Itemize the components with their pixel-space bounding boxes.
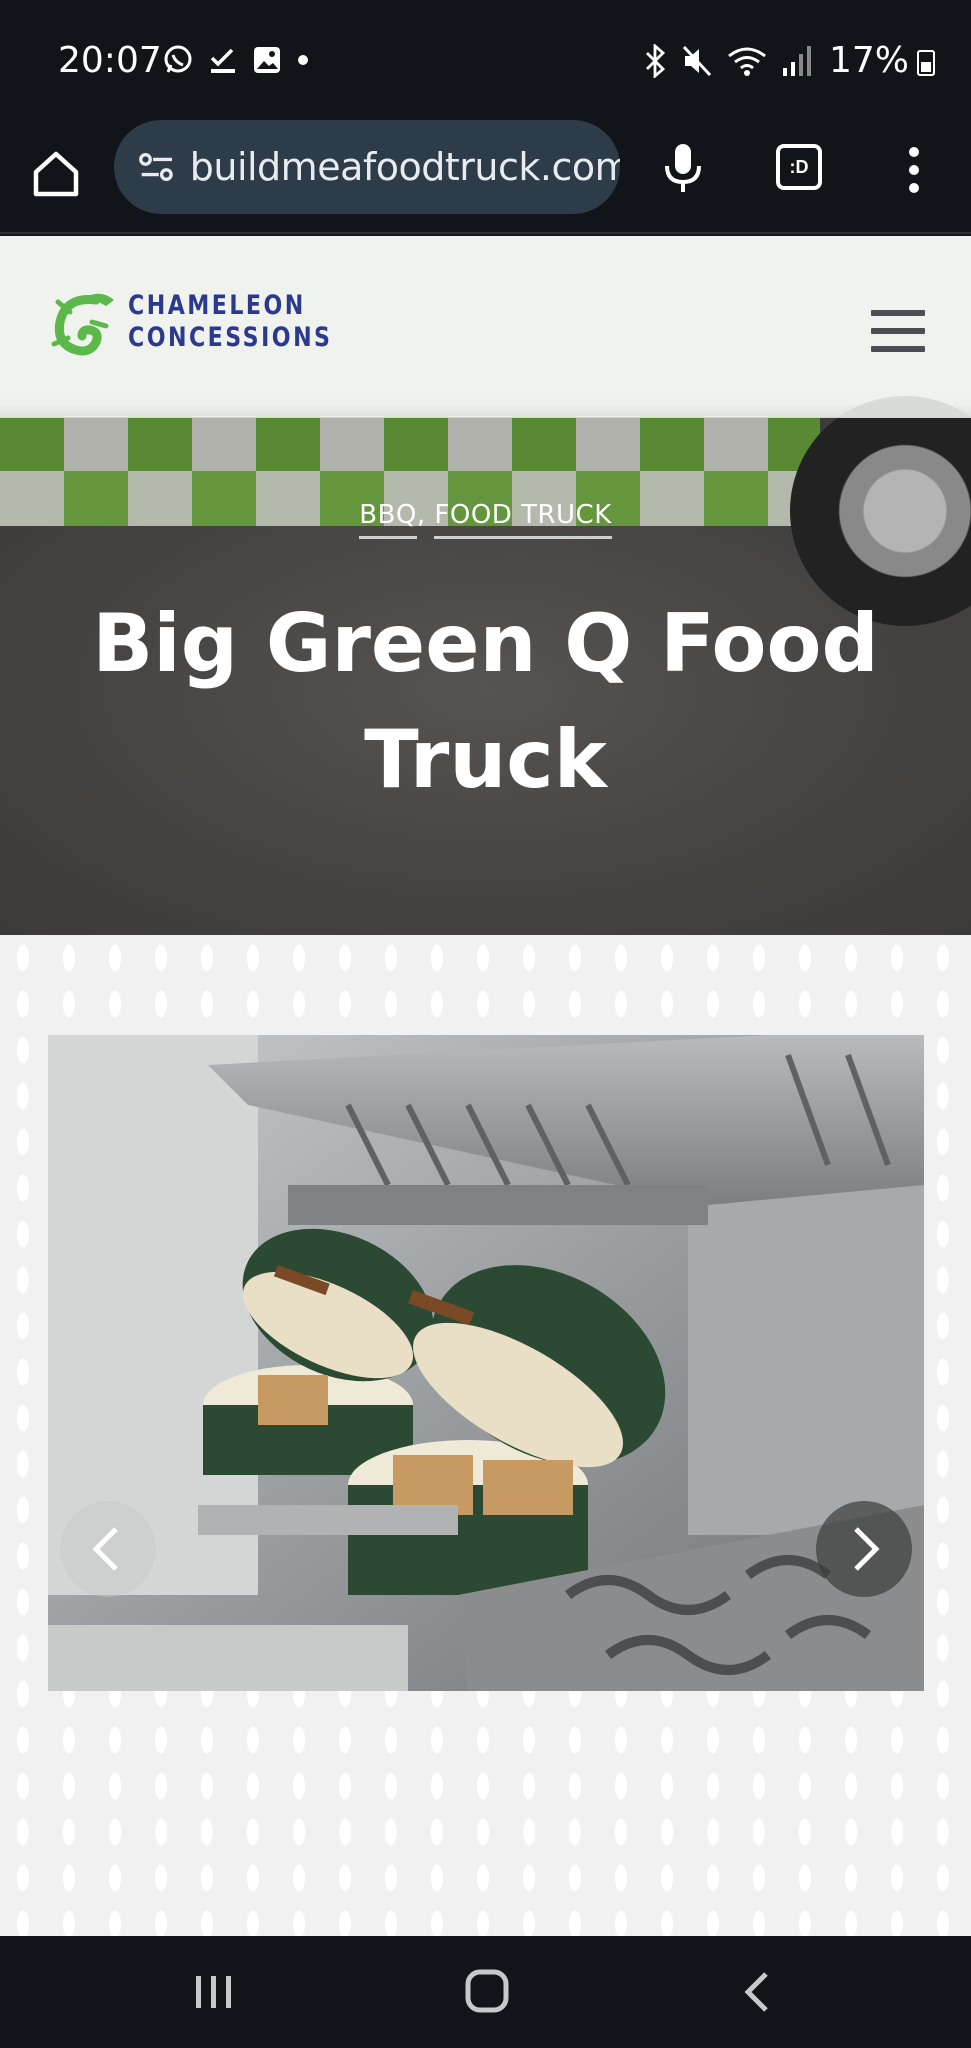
battery-icon xyxy=(917,50,935,76)
browser-toolbar: buildmeafoodtruck.com/ :D xyxy=(0,118,971,234)
slider-prev-button[interactable] xyxy=(60,1501,156,1597)
tab-switcher-button[interactable]: :D xyxy=(776,144,822,190)
recent-apps-icon[interactable] xyxy=(192,1972,236,2012)
chevron-right-icon xyxy=(854,1527,880,1571)
address-bar[interactable]: buildmeafoodtruck.com/ xyxy=(114,120,620,214)
site-settings-icon[interactable] xyxy=(136,145,178,189)
category-link-bbq[interactable]: BBQ xyxy=(359,500,417,539)
logo-line-1: CHAMELEON xyxy=(128,290,306,321)
image-slider[interactable] xyxy=(48,1035,924,1691)
category-link-food-truck[interactable]: FOOD TRUCK xyxy=(434,500,612,539)
back-nav-icon[interactable] xyxy=(740,1970,776,2014)
wifi-icon xyxy=(728,47,766,76)
whatsapp-icon xyxy=(164,45,192,73)
home-icon[interactable] xyxy=(28,146,84,202)
microphone-icon[interactable] xyxy=(658,140,708,196)
more-options-icon[interactable] xyxy=(900,144,928,196)
hamburger-menu-icon[interactable] xyxy=(871,310,925,352)
chameleon-logo-icon xyxy=(51,293,114,356)
battery-percent: 17% xyxy=(828,40,909,81)
hero-banner: CHAMELEON CONCESSIONS BBQ, FOOD TRUCK Bi… xyxy=(0,236,971,935)
mute-icon xyxy=(682,45,712,77)
signal-icon xyxy=(783,46,811,76)
gallery-icon xyxy=(254,47,280,73)
home-nav-icon[interactable] xyxy=(464,1968,510,2014)
bluetooth-icon xyxy=(646,44,666,78)
web-page: CHAMELEON CONCESSIONS BBQ, FOOD TRUCK Bi… xyxy=(0,236,971,1936)
checkmark-download-icon xyxy=(210,48,235,73)
system-navigation-bar xyxy=(0,1936,971,2048)
chevron-left-icon xyxy=(92,1527,118,1571)
status-time: 20:07 xyxy=(58,40,162,81)
status-bar: 20:07 17% xyxy=(0,0,971,118)
logo-line-2: CONCESSIONS xyxy=(128,322,333,353)
slide-image xyxy=(48,1035,924,1691)
post-categories: BBQ, FOOD TRUCK xyxy=(0,500,971,539)
dot-icon xyxy=(298,55,308,65)
content-area xyxy=(0,935,971,1936)
url-text[interactable]: buildmeafoodtruck.com/ xyxy=(190,145,620,189)
slider-next-button[interactable] xyxy=(816,1501,912,1597)
site-logo[interactable]: CHAMELEON CONCESSIONS xyxy=(48,282,377,362)
site-header: CHAMELEON CONCESSIONS xyxy=(0,236,971,418)
page-title: Big Green Q Food Truck xyxy=(92,597,879,806)
